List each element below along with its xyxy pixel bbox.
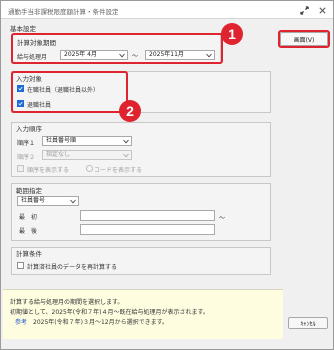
- callout-badge-2: 2: [119, 100, 141, 122]
- help-line-1: 計算する給与処理月の期間を選択します。: [10, 299, 124, 306]
- order1-select[interactable]: 社員番号順: [42, 136, 132, 146]
- active-employees-checkbox[interactable]: [17, 85, 24, 92]
- help-panel: 計算する給与処理月の期間を選択します。 初期値として、2025年(令和７年)４月…: [3, 289, 283, 339]
- period-separator: ～: [132, 53, 139, 60]
- order1-value: 社員番号順: [46, 137, 77, 144]
- range-heading: 範囲指定: [16, 187, 42, 195]
- calc-heading: 計算条件: [16, 250, 42, 258]
- show-order-checkbox[interactable]: [17, 165, 24, 172]
- recalc-label: 計算済社員のデータを再計算する: [27, 264, 118, 271]
- show-code-label: コードを表示する: [94, 167, 143, 174]
- recalc-checkbox[interactable]: [17, 262, 24, 269]
- retired-employees-checkbox[interactable]: [17, 100, 24, 107]
- cancel-button[interactable]: ｷｬﾝｾﾙ: [288, 317, 328, 329]
- retired-employees-label: 退職社員: [27, 102, 52, 109]
- range-field-value: 社員番号: [21, 197, 46, 204]
- period-heading: 計算対象期間: [17, 39, 56, 47]
- checkmark-icon: [18, 101, 23, 106]
- chevron-down-icon: [119, 53, 125, 58]
- chevron-down-icon: [206, 53, 212, 58]
- chevron-down-icon: [70, 199, 76, 204]
- help-ref-label: 参考: [15, 319, 28, 326]
- order2-value: 指定なし: [46, 151, 71, 158]
- period-to-value: 2025年11月: [149, 51, 184, 58]
- range-to-input[interactable]: [80, 224, 215, 235]
- checkmark-icon: [18, 86, 23, 91]
- period-label: 給与処理月: [17, 54, 48, 61]
- period-to-select[interactable]: 2025年11月: [145, 50, 215, 60]
- target-heading: 入力対象: [16, 75, 42, 83]
- close-icon[interactable]: [315, 4, 329, 16]
- order1-label: 順序１: [17, 140, 36, 147]
- dialog-window: 通勤手当非課税限度額計算・条件設定 基本設定 計算対象期間 給与処理月 2025…: [0, 0, 334, 350]
- range-field-select[interactable]: 社員番号: [17, 196, 79, 206]
- range-from-label: 最 初: [19, 214, 38, 221]
- period-from-select[interactable]: 2025年 4月: [60, 50, 128, 60]
- help-line-3: 2025年(令和７年)３月～12月から選択できます。: [33, 319, 168, 326]
- order2-label: 順序２: [17, 154, 36, 161]
- range-separator: ～: [219, 215, 226, 222]
- chevron-down-icon: [123, 153, 129, 158]
- period-from-value: 2025年 4月: [64, 51, 97, 58]
- range-to-label: 最 後: [19, 228, 38, 235]
- range-from-input[interactable]: [80, 210, 215, 221]
- order-heading: 入力順序: [16, 125, 42, 133]
- callout-badge-1: 1: [221, 23, 243, 45]
- highlight-frame-2: [278, 30, 330, 48]
- chevron-down-icon: [123, 139, 129, 144]
- window-title: 通勤手当非課税限度額計算・条件設定: [8, 8, 119, 16]
- help-line-2: 初期値として、2025年(令和７年)４月～既在給与処理月が表示されます。: [10, 309, 209, 316]
- active-employees-label: 在職社員（退職社員以外）: [27, 87, 100, 94]
- order2-select[interactable]: 指定なし: [42, 150, 132, 160]
- basic-settings-heading: 基本設定: [10, 25, 36, 33]
- show-code-radio[interactable]: [86, 165, 93, 172]
- expand-icon[interactable]: [297, 4, 311, 16]
- title-bar: 通勤手当非課税限度額計算・条件設定: [1, 1, 333, 19]
- show-order-label: 順序を表示する: [27, 167, 70, 174]
